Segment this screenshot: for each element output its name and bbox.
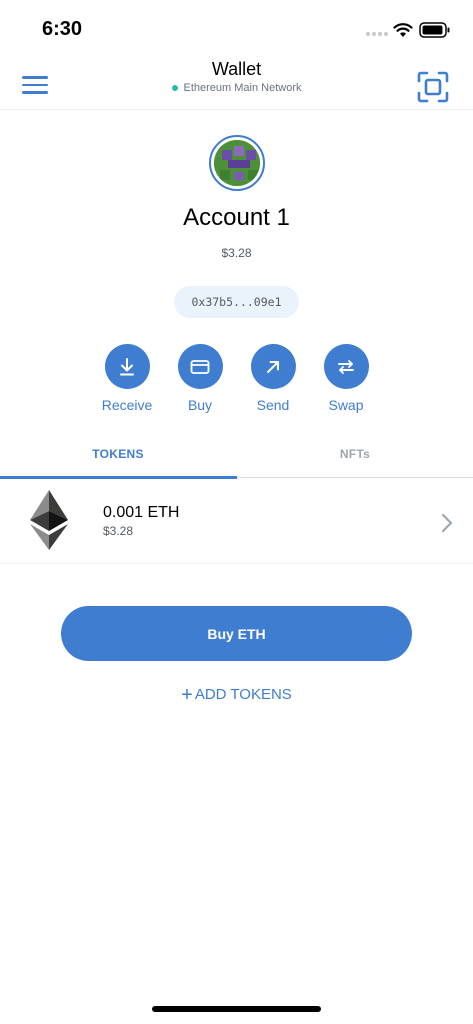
token-fiat-value: $3.28 bbox=[103, 524, 134, 538]
swap-circle bbox=[323, 344, 369, 389]
wifi-icon bbox=[393, 23, 413, 37]
chevron-right-icon bbox=[441, 513, 453, 533]
swap-button[interactable]: Swap bbox=[306, 344, 386, 413]
arrow-up-right-icon bbox=[267, 360, 279, 373]
buy-circle bbox=[177, 344, 223, 389]
nav-header: Wallet Ethereum Main Network bbox=[0, 50, 473, 110]
status-bar: 6:30 bbox=[0, 0, 473, 50]
identicon bbox=[214, 140, 260, 186]
buy-label: Buy bbox=[187, 397, 213, 413]
network-status-dot bbox=[171, 85, 178, 91]
add-tokens-label: ADD TOKENS bbox=[194, 686, 292, 703]
network-name: Ethereum Main Network bbox=[183, 82, 302, 94]
receive-circle bbox=[104, 344, 150, 389]
status-time: 6:30 bbox=[42, 18, 83, 40]
send-button[interactable]: Send bbox=[233, 344, 313, 413]
battery-icon bbox=[419, 22, 450, 38]
swap-icon bbox=[338, 359, 354, 374]
buy-action-button[interactable]: Buy bbox=[160, 344, 240, 413]
card-icon bbox=[190, 359, 210, 374]
ethereum-icon bbox=[30, 490, 68, 550]
account-address-pill[interactable]: 0x37b5...09e1 bbox=[174, 286, 299, 318]
swap-label: Swap bbox=[328, 397, 364, 413]
add-tokens-link[interactable]: + ADD TOKENS bbox=[0, 684, 473, 707]
network-indicator[interactable]: Ethereum Main Network bbox=[0, 82, 473, 94]
account-avatar[interactable] bbox=[209, 135, 265, 191]
send-circle bbox=[250, 344, 296, 389]
buy-eth-button[interactable]: Buy ETH bbox=[61, 606, 412, 661]
signal-icon bbox=[366, 32, 388, 36]
token-amount: 0.001 ETH bbox=[103, 504, 180, 521]
wallet-actions: Receive Buy Send Swap bbox=[0, 344, 473, 420]
account-name[interactable]: Account 1 bbox=[0, 204, 473, 232]
asset-tabs: TOKENS NFTs bbox=[0, 430, 473, 479]
account-balance: $3.28 bbox=[221, 246, 252, 260]
page-title: Wallet bbox=[211, 59, 262, 79]
qr-scan-icon[interactable] bbox=[417, 71, 449, 103]
plus-icon: + bbox=[181, 684, 193, 706]
tab-tokens[interactable]: TOKENS bbox=[0, 430, 236, 478]
home-indicator[interactable] bbox=[152, 1006, 321, 1012]
download-icon bbox=[120, 357, 134, 375]
receive-button[interactable]: Receive bbox=[87, 344, 167, 413]
token-row-eth[interactable]: 0.001 ETH $3.28 bbox=[0, 478, 473, 564]
tab-nfts[interactable]: NFTs bbox=[237, 430, 473, 478]
send-label: Send bbox=[256, 397, 290, 413]
receive-label: Receive bbox=[101, 397, 153, 413]
